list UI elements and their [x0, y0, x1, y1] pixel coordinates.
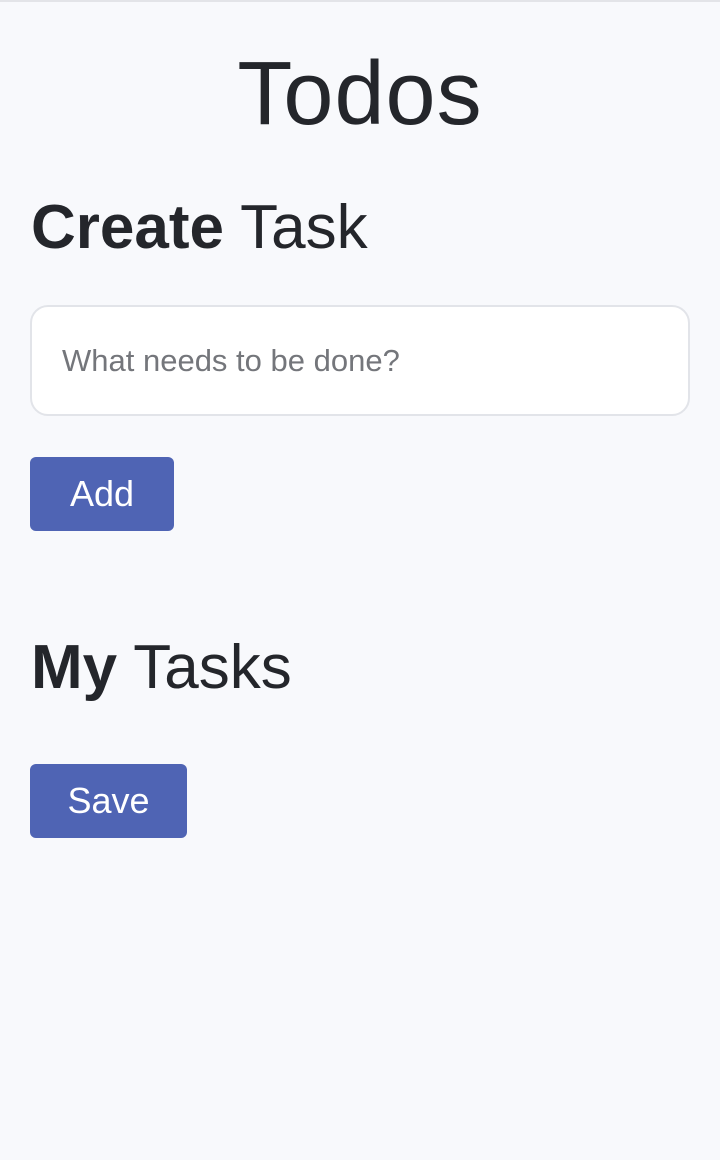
create-task-heading-rest: Task [240, 193, 368, 262]
save-button[interactable]: Save [30, 764, 187, 838]
create-task-heading: Create Task [31, 192, 368, 264]
my-tasks-heading-rest: Tasks [133, 633, 292, 702]
my-tasks-heading-strong: My [31, 633, 118, 702]
new-task-input[interactable] [30, 305, 690, 416]
my-tasks-heading: My Tasks [31, 632, 292, 704]
page-title: Todos [237, 44, 483, 144]
add-button[interactable]: Add [30, 457, 174, 531]
create-task-heading-strong: Create [31, 193, 224, 262]
